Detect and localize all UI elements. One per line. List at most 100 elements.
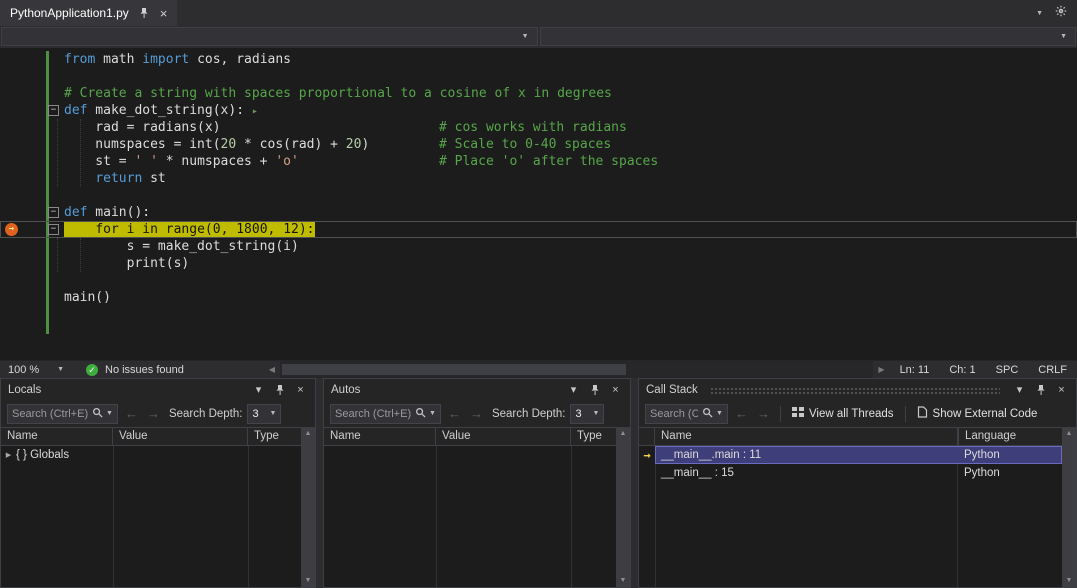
search-options-caret-icon[interactable]: ▼ bbox=[429, 410, 436, 417]
breakpoint-margin[interactable] bbox=[0, 85, 46, 102]
breakpoint-margin[interactable]: → bbox=[0, 221, 46, 238]
column-header-type[interactable]: Type bbox=[571, 428, 616, 445]
panel-drag-grip[interactable] bbox=[710, 386, 1000, 394]
search-box[interactable]: ▼ bbox=[7, 404, 118, 424]
column-header-value[interactable]: Value bbox=[436, 428, 571, 445]
next-result-icon[interactable]: → bbox=[468, 406, 485, 421]
horizontal-scrollbar[interactable]: ◀ ▶ bbox=[264, 361, 890, 378]
vertical-scrollbar[interactable]: ▲ ▼ bbox=[1062, 427, 1076, 587]
callstack-frame-row[interactable]: →__main__.main : 11Python bbox=[639, 446, 1062, 464]
next-result-icon[interactable]: → bbox=[755, 406, 772, 421]
breakpoint-margin[interactable] bbox=[0, 289, 46, 306]
breakpoint-margin[interactable] bbox=[0, 51, 46, 68]
search-input[interactable] bbox=[646, 408, 702, 420]
search-icon[interactable] bbox=[415, 405, 426, 423]
scroll-down-icon[interactable]: ▼ bbox=[305, 577, 312, 584]
callstack-title-bar[interactable]: Call Stack ▾ × bbox=[639, 379, 1076, 400]
code-line[interactable]: print(s) bbox=[0, 255, 1077, 272]
column-header-name[interactable]: Name bbox=[655, 428, 958, 445]
view-all-threads-button[interactable]: View all Threads bbox=[789, 406, 897, 421]
vertical-scrollbar[interactable]: ▲ ▼ bbox=[616, 427, 630, 587]
search-input[interactable] bbox=[331, 408, 415, 420]
breakpoint-margin[interactable] bbox=[0, 272, 46, 289]
search-options-caret-icon[interactable]: ▼ bbox=[106, 410, 113, 417]
types-dropdown[interactable]: ▼ bbox=[1, 27, 538, 46]
options-gear-icon[interactable] bbox=[1055, 4, 1067, 22]
fold-margin[interactable] bbox=[46, 170, 64, 187]
search-icon[interactable] bbox=[92, 405, 103, 423]
chevron-down-icon[interactable]: ▾ bbox=[1012, 383, 1027, 396]
chevron-down-icon[interactable]: ▾ bbox=[251, 383, 266, 396]
breakpoint-margin[interactable] bbox=[0, 153, 46, 170]
breakpoint-margin[interactable] bbox=[0, 102, 46, 119]
fold-margin[interactable] bbox=[46, 119, 64, 136]
scroll-up-icon[interactable]: ▲ bbox=[305, 430, 312, 437]
fold-margin[interactable] bbox=[46, 187, 64, 204]
search-depth-dropdown[interactable]: 3 ▼ bbox=[247, 404, 281, 424]
breakpoint-margin[interactable] bbox=[0, 170, 46, 187]
close-icon[interactable]: × bbox=[160, 7, 168, 20]
pin-icon[interactable] bbox=[137, 7, 152, 19]
search-icon[interactable] bbox=[702, 405, 713, 423]
code-line[interactable]: s = make_dot_string(i) bbox=[0, 238, 1077, 255]
breakpoint-margin[interactable] bbox=[0, 187, 46, 204]
locals-row[interactable]: ▶{ } Globals bbox=[1, 446, 301, 464]
column-header-name[interactable]: Name bbox=[324, 428, 436, 445]
document-list-dropdown-icon[interactable]: ▼ bbox=[1036, 10, 1043, 17]
fold-margin[interactable]: − bbox=[46, 204, 64, 221]
scrollbar-track[interactable] bbox=[280, 361, 873, 378]
code-line[interactable]: # Place 'o' after the spaces st = ' ' * … bbox=[0, 153, 1077, 170]
search-box[interactable]: ▼ bbox=[645, 404, 728, 424]
fold-margin[interactable] bbox=[46, 68, 64, 85]
column-indicator[interactable]: Ch: 1 bbox=[939, 364, 985, 376]
previous-result-icon[interactable]: ← bbox=[123, 406, 140, 421]
fold-margin[interactable] bbox=[46, 238, 64, 255]
column-header-language[interactable]: Language bbox=[958, 428, 1062, 445]
collapse-toggle-icon[interactable]: − bbox=[48, 207, 59, 218]
scroll-left-icon[interactable]: ◀ bbox=[264, 365, 280, 374]
fold-margin[interactable] bbox=[46, 255, 64, 272]
column-header-type[interactable]: Type bbox=[248, 428, 301, 445]
fold-margin[interactable] bbox=[46, 51, 64, 68]
zoom-control[interactable]: 100 % ▼ bbox=[0, 364, 72, 376]
scrollbar-thumb[interactable] bbox=[282, 364, 626, 375]
fold-margin[interactable]: − bbox=[46, 221, 64, 238]
close-icon[interactable]: × bbox=[1054, 384, 1069, 396]
code-line[interactable]: from math import cos, radians bbox=[0, 51, 1077, 68]
breakpoint-margin[interactable] bbox=[0, 119, 46, 136]
column-header-value[interactable]: Value bbox=[113, 428, 248, 445]
code-line[interactable]: return st bbox=[0, 170, 1077, 187]
fold-margin[interactable] bbox=[46, 85, 64, 102]
scroll-down-icon[interactable]: ▼ bbox=[1066, 577, 1073, 584]
breakpoint-margin[interactable] bbox=[0, 238, 46, 255]
search-box[interactable]: ▼ bbox=[330, 404, 441, 424]
code-line[interactable]: −def make_dot_string(x): ▸ bbox=[0, 102, 1077, 119]
fold-margin[interactable] bbox=[46, 289, 64, 306]
breakpoint-margin[interactable] bbox=[0, 255, 46, 272]
code-line[interactable]: # Scale to 0-40 spaces numspaces = int(2… bbox=[0, 136, 1077, 153]
autos-title-bar[interactable]: Autos ▾ × bbox=[324, 379, 630, 400]
expand-icon[interactable]: ▶ bbox=[1, 451, 16, 459]
locals-title-bar[interactable]: Locals ▾ × bbox=[1, 379, 315, 400]
close-icon[interactable]: × bbox=[293, 384, 308, 396]
scroll-down-icon[interactable]: ▼ bbox=[620, 577, 627, 584]
fold-margin[interactable] bbox=[46, 136, 64, 153]
collapse-toggle-icon[interactable]: − bbox=[48, 224, 59, 235]
column-header-name[interactable]: Name bbox=[1, 428, 113, 445]
callstack-frame-row[interactable]: __main__ : 15Python bbox=[639, 464, 1062, 482]
pin-icon[interactable] bbox=[1033, 384, 1048, 396]
code-line[interactable]: →− for i in range(0, 1800, 12): bbox=[0, 221, 1077, 238]
fold-margin[interactable] bbox=[46, 272, 64, 289]
collapse-toggle-icon[interactable]: − bbox=[48, 105, 59, 116]
scroll-up-icon[interactable]: ▲ bbox=[620, 430, 627, 437]
line-indicator[interactable]: Ln: 11 bbox=[890, 364, 940, 376]
members-dropdown[interactable]: ▼ bbox=[540, 27, 1077, 46]
show-external-code-button[interactable]: Show External Code bbox=[914, 406, 1041, 421]
scroll-up-icon[interactable]: ▲ bbox=[1066, 430, 1073, 437]
previous-result-icon[interactable]: ← bbox=[733, 406, 750, 421]
breakpoint-margin[interactable] bbox=[0, 68, 46, 85]
fold-margin[interactable] bbox=[46, 153, 64, 170]
code-editor[interactable]: from math import cos, radians# Create a … bbox=[0, 48, 1077, 360]
code-line[interactable]: # cos works with radians rad = radians(x… bbox=[0, 119, 1077, 136]
next-result-icon[interactable]: → bbox=[145, 406, 162, 421]
